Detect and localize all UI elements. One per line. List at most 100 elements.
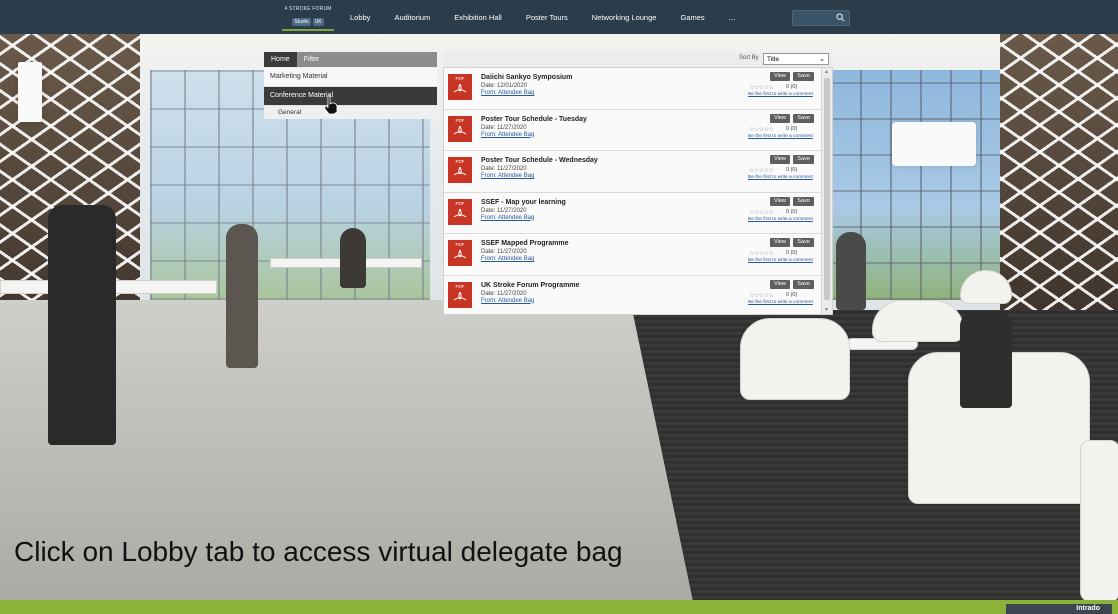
save-button[interactable]: Save: [793, 196, 814, 206]
write-comment-link[interactable]: Be the first to write a comment: [748, 217, 813, 222]
active-underline: [282, 29, 334, 31]
pdf-label: PDF: [455, 117, 465, 123]
file-list-scrollbar[interactable]: ▲ ▼: [821, 68, 832, 314]
hand-cursor-icon: [324, 95, 338, 115]
write-comment-link[interactable]: Be the first to write a comment: [748, 300, 813, 305]
person-figure: [836, 232, 866, 310]
chevron-down-icon: ⌄: [819, 56, 825, 63]
star-rating-icon[interactable]: ☆☆☆☆☆: [749, 250, 774, 257]
file-source-link[interactable]: From: Attendee Bag: [481, 298, 534, 304]
file-title: SSEF - Map your learning: [481, 198, 566, 206]
top-navigation-bar: 4 STROKE FORUM Studio UK Lobby Auditorium…: [0, 0, 1118, 34]
rating-count: 0 (0): [786, 167, 798, 173]
scroll-down-icon[interactable]: ▼: [824, 307, 829, 313]
file-title: Poster Tour Schedule - Tuesday: [481, 115, 587, 123]
event-badge: UK: [312, 18, 324, 26]
file-source-link[interactable]: From: Attendee Bag: [481, 256, 534, 262]
pdf-label: PDF: [455, 242, 465, 247]
nav-menu: Lobby Auditorium Exhibition Hall Poster …: [350, 0, 735, 34]
rating-count: 0 (0): [786, 208, 798, 215]
scroll-up-icon[interactable]: ▲: [824, 69, 829, 75]
rating-count: 0 (0): [786, 125, 798, 132]
pdf-file-icon[interactable]: PDF: [448, 198, 472, 225]
write-comment-link[interactable]: Be the first to write a comment: [748, 134, 813, 139]
armchair: [872, 300, 964, 342]
armchair: [740, 318, 850, 400]
nav-item-exhibition-hall[interactable]: Exhibition Hall: [454, 13, 502, 22]
file-source-link[interactable]: From: Attendee Bag: [481, 90, 534, 96]
write-comment-link[interactable]: Be the first to write a comment: [748, 258, 813, 263]
tab-home[interactable]: Home: [264, 52, 297, 67]
pdf-label: PDF: [455, 283, 465, 289]
view-button[interactable]: View: [770, 155, 790, 164]
subfolder-general[interactable]: General: [264, 106, 437, 119]
star-rating-icon[interactable]: ☆☆☆☆☆: [749, 84, 774, 91]
nav-more-menu[interactable]: ...: [729, 13, 736, 22]
file-date: Date: 11/27/2020: [481, 124, 527, 131]
bag-tab-bar: Home Filter: [264, 52, 437, 67]
tab-filter[interactable]: Filter: [297, 52, 327, 67]
instruction-caption: Click on Lobby tab to access virtual del…: [14, 536, 623, 567]
star-rating-icon[interactable]: ☆☆☆☆☆: [749, 167, 774, 174]
pdf-file-icon[interactable]: PDF: [448, 157, 472, 183]
star-rating-icon[interactable]: ☆☆☆☆☆: [749, 292, 774, 299]
file-row: PDF Daiichi Sankyo Symposium Date: 12/01…: [444, 68, 832, 110]
star-rating-icon[interactable]: ☆☆☆☆☆: [749, 126, 774, 133]
file-date: Date: 11/27/2020: [481, 249, 527, 255]
pdf-label: PDF: [455, 200, 465, 206]
event-logo[interactable]: 4 STROKE FORUM Studio UK: [282, 3, 334, 31]
star-rating-icon[interactable]: ☆☆☆☆☆: [749, 209, 774, 216]
folder-conference-material[interactable]: Conference Material: [264, 87, 437, 106]
file-date: Date: 11/27/2020: [481, 207, 527, 214]
save-button[interactable]: Save: [793, 155, 814, 164]
nav-item-lobby[interactable]: Lobby: [350, 13, 370, 22]
view-button[interactable]: View: [770, 238, 790, 247]
nav-item-games[interactable]: Games: [680, 13, 704, 22]
file-title: UK Stroke Forum Programme: [481, 281, 580, 289]
file-list: PDF Daiichi Sankyo Symposium Date: 12/01…: [443, 67, 833, 315]
view-button[interactable]: View: [770, 113, 790, 123]
sort-value: Title: [767, 56, 780, 63]
pendant-lamp: [892, 122, 976, 166]
save-button[interactable]: Save: [793, 238, 814, 247]
sort-bar: Sort By Title ⌄: [443, 52, 833, 67]
nav-item-poster-tours[interactable]: Poster Tours: [526, 13, 568, 22]
file-source-link[interactable]: From: Attendee Bag: [481, 132, 534, 138]
event-badge: Studio: [292, 18, 311, 26]
pdf-file-icon[interactable]: PDF: [448, 240, 472, 266]
bookshelf-right: [1000, 34, 1118, 314]
file-source-link[interactable]: From: Attendee Bag: [481, 173, 534, 179]
view-button[interactable]: View: [770, 72, 790, 81]
pdf-file-icon[interactable]: PDF: [448, 115, 472, 142]
pdf-label: PDF: [455, 159, 465, 164]
person-figure: [226, 224, 258, 368]
save-button[interactable]: Save: [793, 279, 814, 289]
scroll-thumb[interactable]: [824, 78, 830, 300]
file-title: Poster Tour Schedule - Wednesday: [481, 157, 598, 164]
sort-dropdown[interactable]: Title ⌄: [763, 53, 829, 65]
person-figure: [48, 205, 116, 445]
save-button[interactable]: Save: [793, 113, 814, 123]
nav-item-auditorium[interactable]: Auditorium: [394, 13, 430, 22]
pdf-file-icon[interactable]: PDF: [448, 74, 472, 100]
file-source-link[interactable]: From: Attendee Bag: [481, 215, 534, 221]
view-button[interactable]: View: [770, 279, 790, 289]
person-figure: [340, 228, 366, 288]
event-badges: Studio UK: [282, 18, 334, 26]
write-comment-link[interactable]: Be the first to write a comment: [748, 92, 813, 97]
file-title: Daiichi Sankyo Symposium: [481, 74, 573, 81]
view-button[interactable]: View: [770, 196, 790, 206]
file-row: PDF Poster Tour Schedule - Wednesday Dat…: [444, 151, 832, 193]
bag-folder-menu: Marketing Material Conference Material G…: [264, 68, 437, 119]
file-row: PDF UK Stroke Forum Programme Date: 11/2…: [444, 276, 832, 315]
search-input[interactable]: [792, 10, 850, 26]
folder-marketing-material[interactable]: Marketing Material: [264, 68, 437, 87]
write-comment-link[interactable]: Be the first to write a comment: [748, 175, 813, 180]
save-button[interactable]: Save: [793, 72, 814, 81]
pendant-lamp: [18, 62, 42, 122]
armchair: [1080, 440, 1118, 602]
nav-item-networking-lounge[interactable]: Networking Lounge: [592, 13, 657, 22]
search-icon[interactable]: [836, 13, 845, 22]
pdf-file-icon[interactable]: PDF: [448, 281, 472, 308]
pdf-label: PDF: [455, 76, 465, 81]
